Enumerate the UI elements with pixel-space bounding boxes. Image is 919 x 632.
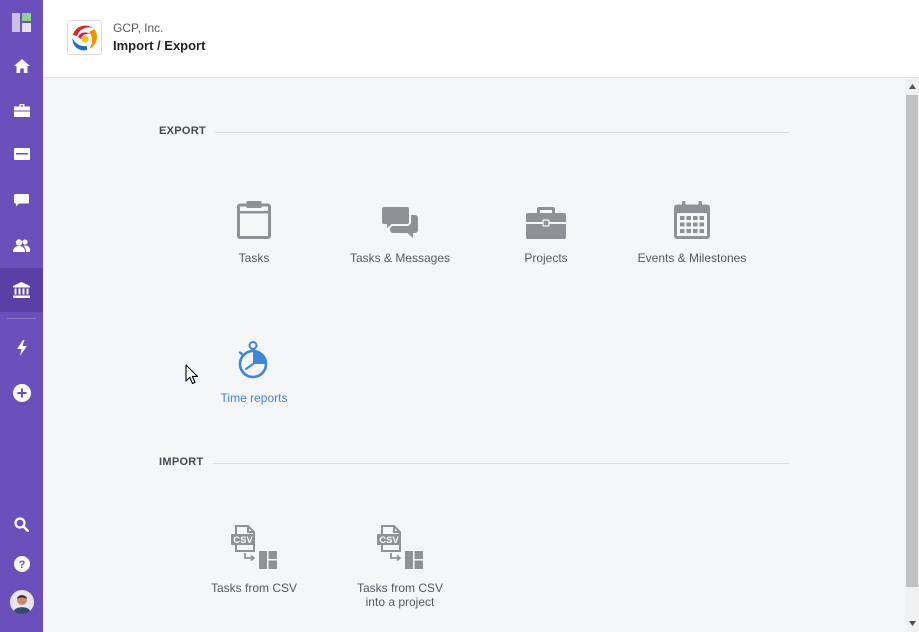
svg-text:CSV: CSV xyxy=(379,535,399,546)
import-divider xyxy=(211,463,789,464)
plus-circle-icon[interactable] xyxy=(0,371,43,415)
sidebar-divider xyxy=(7,318,36,319)
main-content: EXPORT Tasks Tasks & Messages Projects E… xyxy=(43,78,905,632)
vertical-scrollbar[interactable] xyxy=(905,78,919,632)
search-icon[interactable] xyxy=(0,502,43,546)
scroll-up-arrow-icon[interactable] xyxy=(905,78,919,95)
mouse-cursor-icon xyxy=(185,364,199,385)
stopwatch-icon xyxy=(238,341,268,379)
inbox-icon[interactable] xyxy=(0,132,43,176)
export-section-header: EXPORT xyxy=(159,125,789,141)
people-icon[interactable] xyxy=(0,223,43,267)
export-projects-tile[interactable]: Projects xyxy=(486,195,606,265)
import-tasks-csv-tile[interactable]: CSV Tasks from CSV xyxy=(194,525,314,595)
export-projects-label: Projects xyxy=(524,251,568,265)
clipboard-icon xyxy=(237,201,271,239)
avatar[interactable] xyxy=(0,580,43,624)
export-tasks-tile[interactable]: Tasks xyxy=(194,195,314,265)
import-section-label: IMPORT xyxy=(159,456,213,468)
export-events-milestones-label: Events & Milestones xyxy=(637,251,747,265)
import-section-header: IMPORT xyxy=(159,456,789,472)
export-events-milestones-tile[interactable]: Events & Milestones xyxy=(632,195,752,265)
import-tasks-csv-project-label: Tasks from CSV into a project xyxy=(356,581,443,609)
import-tasks-csv-project-tile[interactable]: CSV Tasks from CSV into a project xyxy=(340,525,460,609)
calendar-icon xyxy=(674,201,710,239)
header: GCP, Inc. Import / Export xyxy=(43,0,919,78)
export-tasks-messages-tile[interactable]: Tasks & Messages xyxy=(340,195,460,265)
company-name[interactable]: GCP, Inc. xyxy=(113,21,163,35)
chat-icon[interactable] xyxy=(0,178,43,222)
bank-icon[interactable] xyxy=(0,268,43,312)
export-tasks-label: Tasks xyxy=(238,251,270,265)
messages-icon xyxy=(381,205,418,238)
export-section-label: EXPORT xyxy=(159,125,216,137)
export-time-reports-tile[interactable]: Time reports xyxy=(194,335,314,405)
app-logo-icon[interactable] xyxy=(0,0,43,44)
scroll-down-arrow-icon[interactable] xyxy=(905,615,919,632)
sidebar: ? xyxy=(0,0,43,632)
briefcase-icon xyxy=(526,207,566,239)
export-time-reports-label: Time reports xyxy=(220,391,288,405)
home-icon[interactable] xyxy=(0,44,43,88)
company-logo[interactable] xyxy=(67,20,102,55)
lightning-icon[interactable] xyxy=(0,326,43,370)
briefcase-icon[interactable] xyxy=(0,88,43,132)
export-divider xyxy=(211,132,789,133)
svg-text:?: ? xyxy=(18,559,25,571)
scroll-thumb[interactable] xyxy=(906,95,918,587)
csv-import-project-icon: CSV xyxy=(377,525,423,569)
csv-import-icon: CSV xyxy=(231,525,277,569)
page-title: Import / Export xyxy=(113,38,206,53)
import-tasks-csv-label: Tasks from CSV xyxy=(210,581,297,595)
export-tasks-messages-label: Tasks & Messages xyxy=(349,251,451,265)
svg-text:CSV: CSV xyxy=(233,535,253,546)
